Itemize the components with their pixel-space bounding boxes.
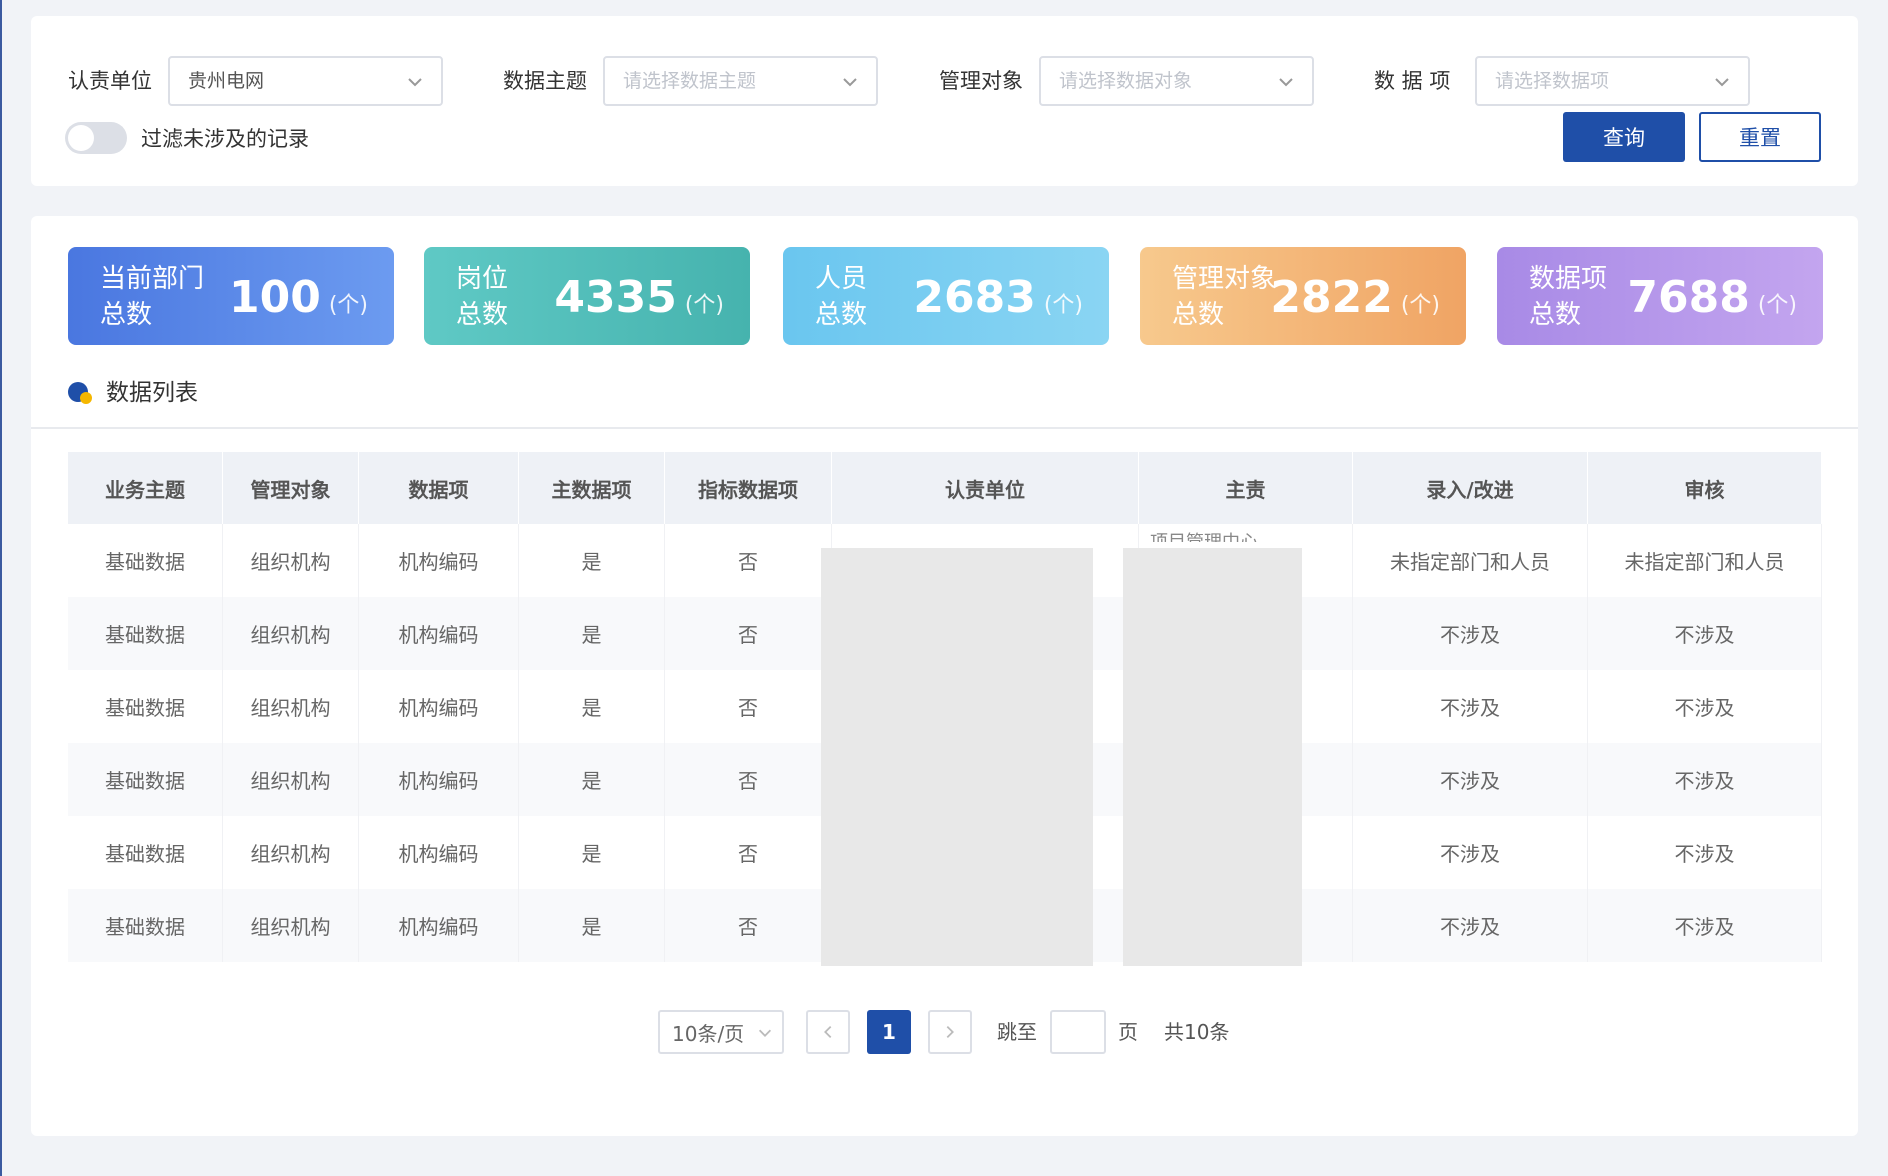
stat-card-personnel: 人员 总数 2683 (个): [783, 247, 1109, 345]
reset-button[interactable]: 重置: [1699, 112, 1821, 162]
query-button[interactable]: 查询: [1563, 112, 1685, 162]
filter-toggle[interactable]: [65, 122, 127, 154]
object-label: 管理对象: [939, 69, 1023, 93]
stat-label: 人员 总数: [815, 264, 868, 330]
stat-label: 当前部门 总数: [100, 264, 205, 330]
chevron-down-icon: [408, 78, 422, 87]
stat-value: 4335 (个): [554, 272, 724, 323]
stat-label: 数据项 总数: [1529, 264, 1608, 330]
column-header[interactable]: 业务主题: [68, 452, 223, 524]
chevron-down-icon: [758, 1029, 772, 1037]
table-header: 业务主题 管理对象 数据项 主数据项 指标数据项 认责单位 主责 录入/改进 审…: [68, 452, 1822, 524]
stat-value: 2822 (个): [1270, 272, 1440, 323]
column-header[interactable]: 数据项: [359, 452, 519, 524]
column-header[interactable]: 主责: [1139, 452, 1353, 524]
filter-panel: 认责单位 贵州电网 数据主题 请选择数据主题 管理对象 请选择数据对象 数 据 …: [31, 16, 1858, 186]
page-suffix: 页: [1118, 1020, 1138, 1044]
page-1-button[interactable]: 1: [867, 1010, 911, 1054]
stat-label: 管理对象 总数: [1172, 264, 1277, 330]
theme-label: 数据主题: [503, 69, 587, 93]
chevron-right-icon: [946, 1025, 954, 1039]
column-header[interactable]: 管理对象: [223, 452, 359, 524]
object-select-placeholder: 请选择数据对象: [1059, 70, 1193, 92]
next-page-button[interactable]: [928, 1010, 972, 1054]
chevron-down-icon: [843, 78, 857, 87]
column-header[interactable]: 指标数据项: [665, 452, 832, 524]
stat-card-departments: 当前部门 总数 100 (个): [68, 247, 394, 345]
unit-select[interactable]: 贵州电网: [168, 56, 443, 106]
chevron-down-icon: [1715, 78, 1729, 87]
chevron-down-icon: [1279, 78, 1293, 87]
stat-card-data-items: 数据项 总数 7688 (个): [1497, 247, 1823, 345]
total-count: 共10条: [1164, 1020, 1230, 1044]
stat-value: 7688 (个): [1627, 272, 1797, 323]
section-dot-icon: [68, 380, 94, 406]
window-left-edge: [0, 0, 2, 1176]
jump-label: 跳至: [997, 1020, 1037, 1044]
theme-select-placeholder: 请选择数据主题: [623, 70, 757, 92]
stat-card-managed-objects: 管理对象 总数 2822 (个): [1140, 247, 1466, 345]
toggle-knob: [68, 125, 94, 151]
page-size-select[interactable]: 10条/页: [658, 1010, 784, 1054]
item-label: 数 据 项: [1374, 69, 1451, 93]
unit-label: 认责单位: [68, 69, 152, 93]
section-title: 数据列表: [68, 378, 198, 408]
chevron-left-icon: [824, 1025, 832, 1039]
item-select-placeholder: 请选择数据项: [1495, 70, 1610, 92]
column-header[interactable]: 主数据项: [519, 452, 665, 524]
stat-card-positions: 岗位 总数 4335 (个): [424, 247, 750, 345]
redacted-block: [1123, 548, 1302, 966]
object-select[interactable]: 请选择数据对象: [1039, 56, 1314, 106]
item-select[interactable]: 请选择数据项: [1475, 56, 1750, 106]
stat-value: 2683 (个): [913, 272, 1083, 323]
prev-page-button[interactable]: [806, 1010, 850, 1054]
jump-page-input[interactable]: [1050, 1010, 1106, 1054]
column-header[interactable]: 录入/改进: [1353, 452, 1588, 524]
partially-hidden-text: 项目管理中心: [1150, 528, 1290, 542]
column-header[interactable]: 审核: [1588, 452, 1822, 524]
stat-value: 100 (个): [228, 272, 368, 323]
toggle-label: 过滤未涉及的记录: [141, 127, 309, 151]
column-header[interactable]: 认责单位: [832, 452, 1139, 524]
stat-label: 岗位 总数: [456, 264, 509, 330]
unit-select-value: 贵州电网: [188, 70, 265, 92]
redacted-block: [821, 548, 1093, 966]
divider: [31, 427, 1858, 429]
theme-select[interactable]: 请选择数据主题: [603, 56, 878, 106]
